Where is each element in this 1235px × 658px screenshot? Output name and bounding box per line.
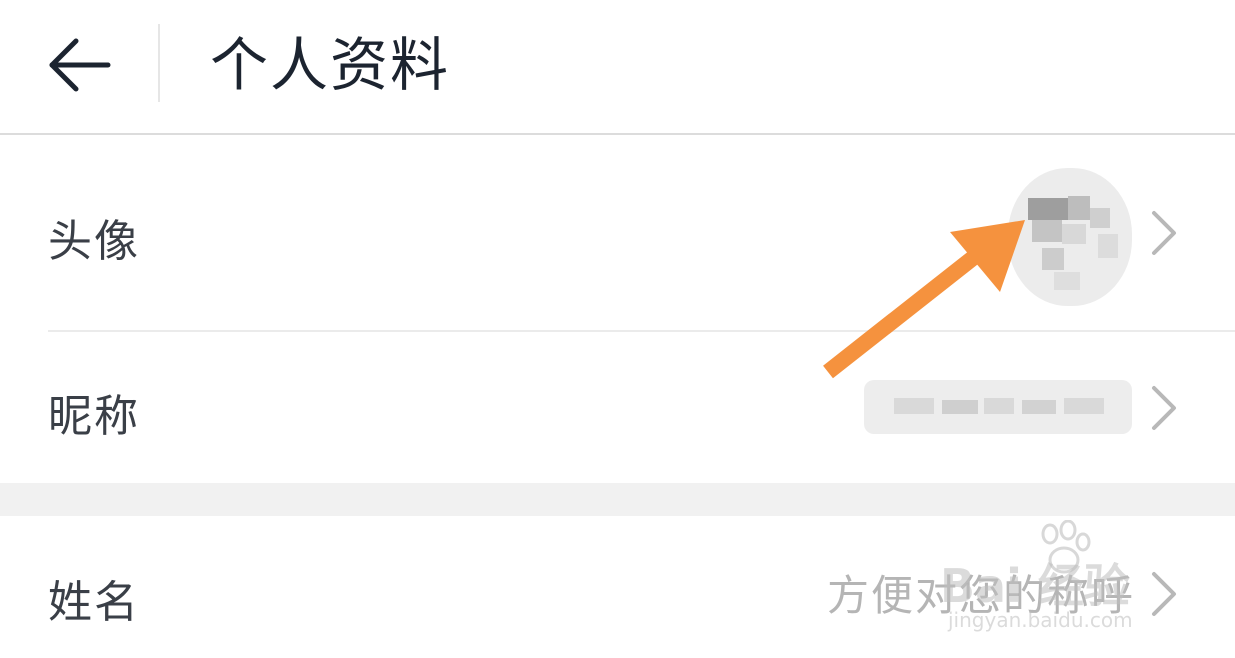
page-title: 个人资料 <box>210 31 451 99</box>
top-bar: 个人资料 <box>0 0 1235 135</box>
section-gap <box>0 483 1235 516</box>
avatar[interactable] <box>1008 168 1132 306</box>
chevron-right-icon <box>1152 572 1176 616</box>
chevron-right-icon <box>1152 386 1176 430</box>
arrow-left-icon <box>49 38 111 92</box>
chevron-right-icon <box>1152 211 1176 255</box>
nickname-value-redacted <box>864 380 1132 434</box>
nickname-label: 昵称 <box>48 391 140 442</box>
name-label: 姓名 <box>48 577 140 628</box>
profile-page: 个人资料 头像 昵称 姓名 方便对您的称呼 Bai 经验 jingyan.bai… <box>0 0 1235 658</box>
name-placeholder: 方便对您的称呼 <box>826 571 1135 620</box>
avatar-label: 头像 <box>48 216 140 267</box>
header-divider <box>158 24 160 102</box>
back-button[interactable] <box>40 30 120 100</box>
